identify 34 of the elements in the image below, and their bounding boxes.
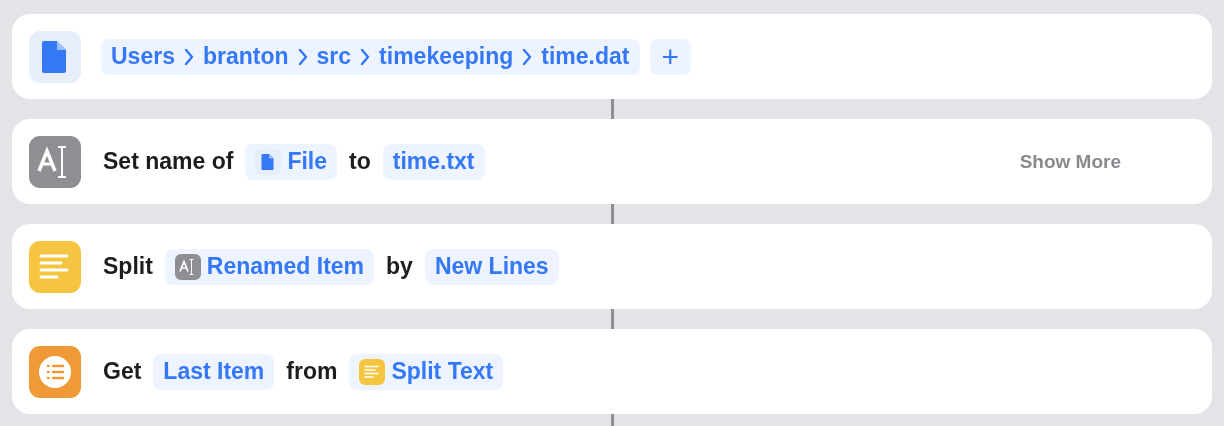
variable-token[interactable]: Renamed Item [164,248,375,285]
token-label: Renamed Item [206,253,365,280]
path-token[interactable]: Users branton src timekeeping time.dat [101,38,640,75]
path-segment[interactable]: branton [202,43,289,70]
chevron-icon [360,47,371,66]
variable-token[interactable]: time.txt [382,143,485,180]
token-label: File [287,148,327,175]
text-cursor-icon [174,253,201,280]
add-button[interactable]: + [649,38,692,75]
chevron-icon [183,47,194,66]
variable-token[interactable]: New Lines [424,248,559,285]
path-segment[interactable]: Users [111,43,175,70]
action-text: from [286,358,338,385]
chevron-icon [297,47,308,66]
action-text: by [386,253,413,280]
variable-token[interactable]: File [245,143,337,180]
document-icon [29,30,81,83]
chevron-icon [522,47,533,66]
show-more-button[interactable]: Show More [1013,149,1127,174]
action-text: Get [103,358,142,385]
document-icon [255,148,282,175]
token-label: Split Text [391,358,494,385]
variable-token[interactable]: Split Text [349,353,504,390]
path-segment[interactable]: timekeeping [379,43,514,70]
text-lines-icon [359,358,386,385]
variable-token[interactable]: Last Item [153,353,275,390]
action-text: Split [103,253,153,280]
path-segment[interactable]: src [316,43,352,70]
text-lines-icon [29,240,81,293]
path-segment[interactable]: time.dat [541,43,630,70]
list-icon [29,345,81,398]
action-text: Set name of [103,148,234,175]
action-text: to [349,148,371,175]
text-cursor-icon [29,135,81,188]
